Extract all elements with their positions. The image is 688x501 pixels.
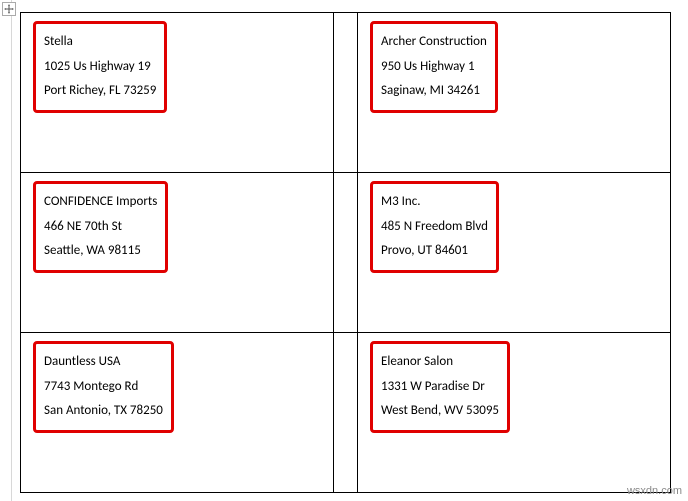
address-name: M3 Inc. (381, 190, 488, 215)
address-street: 485 N Freedom Blvd (381, 215, 488, 240)
address-name: CONFIDENCE Imports (44, 190, 157, 215)
table-row: CONFIDENCE Imports 466 NE 70th St Seattl… (21, 173, 671, 333)
address-citystate: Port Richey, FL 73259 (44, 79, 156, 104)
address-citystate: Saginaw, MI 34261 (381, 79, 487, 104)
address-block: Eleanor Salon 1331 W Paradise Dr West Be… (370, 341, 510, 433)
table-row: Stella 1025 Us Highway 19 Port Richey, F… (21, 13, 671, 173)
label-cell[interactable]: Dauntless USA 7743 Montego Rd San Antoni… (21, 333, 334, 493)
move-icon (4, 4, 14, 14)
address-street: 950 Us Highway 1 (381, 55, 487, 80)
mailing-label-table[interactable]: Stella 1025 Us Highway 19 Port Richey, F… (20, 12, 671, 493)
table-move-handle[interactable] (2, 2, 16, 16)
label-cell[interactable]: Archer Construction 950 Us Highway 1 Sag… (358, 13, 671, 173)
address-street: 1331 W Paradise Dr (381, 375, 499, 400)
spacer-cell (334, 13, 358, 173)
address-block: M3 Inc. 485 N Freedom Blvd Provo, UT 846… (370, 181, 499, 273)
watermark: wsxdn.com (627, 485, 682, 497)
label-cell[interactable]: Eleanor Salon 1331 W Paradise Dr West Be… (358, 333, 671, 493)
address-citystate: Seattle, WA 98115 (44, 239, 157, 264)
table-row: Dauntless USA 7743 Montego Rd San Antoni… (21, 333, 671, 493)
address-citystate: West Bend, WV 53095 (381, 399, 499, 424)
address-street: 466 NE 70th St (44, 215, 157, 240)
address-name: Stella (44, 30, 156, 55)
address-street: 1025 Us Highway 19 (44, 55, 156, 80)
label-cell[interactable]: M3 Inc. 485 N Freedom Blvd Provo, UT 846… (358, 173, 671, 333)
spacer-cell (334, 333, 358, 493)
spacer-cell (334, 173, 358, 333)
address-citystate: Provo, UT 84601 (381, 239, 488, 264)
address-name: Dauntless USA (44, 350, 163, 375)
page-margin-guide (11, 0, 12, 501)
label-cell[interactable]: CONFIDENCE Imports 466 NE 70th St Seattl… (21, 173, 334, 333)
label-cell[interactable]: Stella 1025 Us Highway 19 Port Richey, F… (21, 13, 334, 173)
address-block: Archer Construction 950 Us Highway 1 Sag… (370, 21, 498, 113)
address-name: Eleanor Salon (381, 350, 499, 375)
address-name: Archer Construction (381, 30, 487, 55)
address-citystate: San Antonio, TX 78250 (44, 399, 163, 424)
address-street: 7743 Montego Rd (44, 375, 163, 400)
address-block: Stella 1025 Us Highway 19 Port Richey, F… (33, 21, 167, 113)
address-block: Dauntless USA 7743 Montego Rd San Antoni… (33, 341, 174, 433)
address-block: CONFIDENCE Imports 466 NE 70th St Seattl… (33, 181, 168, 273)
